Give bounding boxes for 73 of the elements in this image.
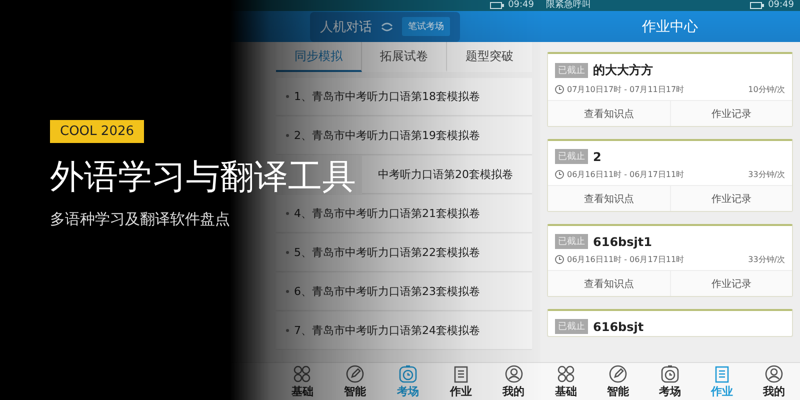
clipboard-icon [713,364,731,382]
paper-list-item[interactable]: 1、青岛市中考听力口语第18套模拟卷 [276,78,532,116]
four-circles-icon [557,364,575,382]
status-time: 09:49 [768,0,794,11]
bullet-icon [286,290,289,293]
status-time: 09:49 [508,0,534,11]
clock-icon [555,255,564,264]
paper-list-item[interactable]: 2、青岛市中考听力口语第19套模拟卷 [276,117,532,155]
paper-title: 2、青岛市中考听力口语第19套模拟卷 [294,128,480,143]
paper-list-item[interactable]: 中考听力口语第20套模拟卷 [362,156,532,194]
clock-icon [555,170,564,179]
paper-title: 5、青岛市中考听力口语第22套模拟卷 [294,245,480,260]
paper-list-item[interactable]: 5、青岛市中考听力口语第22套模拟卷 [276,234,532,272]
battery-icon [750,2,764,9]
status-tag: 已截止 [555,319,588,334]
mode-option[interactable]: 人机对话 [320,14,372,38]
clock-icon [661,364,679,382]
banner-title: 外语学习与翻译工具 [50,157,356,198]
card-title: 616bsjt [593,320,644,334]
pencil-icon [346,364,364,382]
bullet-icon [286,134,289,137]
nav-tab[interactable]: 智能 [328,363,382,400]
card-action[interactable]: 查看知识点 [548,271,670,296]
battery-icon [490,2,504,9]
nav-tab[interactable]: 我的 [748,363,800,400]
paper-title: 4、青岛市中考听力口语第21套模拟卷 [294,206,480,221]
nav-tab[interactable]: 基础 [540,363,592,400]
time-range: 07月10日17时 - 07月11日17时 [567,84,684,95]
time-range: 06月16日11时 - 06月17日11时 [567,169,684,180]
card-action[interactable]: 作业记录 [670,101,792,126]
bullet-icon [286,329,289,332]
paper-title: 1、青岛市中考听力口语第18套模拟卷 [294,89,480,104]
four-circles-icon [293,364,312,382]
frequency: 33分钟/次 [748,169,785,180]
card-title: 2 [593,150,602,164]
card-title: 616bsjt1 [593,234,652,248]
status-tag: 已截止 [555,63,588,78]
paper-list-item[interactable]: 7、青岛市中考听力口语第24套模拟卷 [276,312,532,350]
user-icon [504,364,523,382]
clock-icon [555,85,564,94]
user-icon [765,364,783,382]
clipboard-icon [452,364,470,382]
clock-icon [398,364,417,382]
card-action[interactable]: 查看知识点 [548,101,670,126]
nav-tab[interactable]: 基础 [276,363,329,400]
frequency: 10分钟/次 [748,84,785,95]
paper-title: 7、青岛市中考听力口语第24套模拟卷 [294,323,480,338]
swap-icon [380,22,394,32]
banner-subtitle: 多语种学习及翻译软件盘点 [50,210,230,229]
header-title: 作业中心 [642,18,698,36]
bullet-icon [286,251,289,254]
tab[interactable]: 题型突破 [447,42,532,72]
year-tag: COOL 2026 [50,120,144,143]
status-tag: 已截止 [555,149,588,164]
nav-tab[interactable]: 我的 [487,363,540,400]
paper-title: 6、青岛市中考听力口语第23套模拟卷 [294,284,480,299]
paper-list-item[interactable]: 6、青岛市中考听力口语第23套模拟卷 [276,273,532,311]
bullet-icon [286,95,289,98]
bullet-icon [286,212,289,215]
nav-tab[interactable]: 智能 [592,363,644,400]
card-action[interactable]: 查看知识点 [548,186,670,211]
nav-tab[interactable]: 作业 [434,363,488,400]
card-action[interactable]: 作业记录 [670,271,792,296]
pencil-icon [609,364,627,382]
frequency: 33分钟/次 [748,254,785,265]
card-title: 的大大方方 [593,62,653,79]
paper-list-item[interactable]: 4、青岛市中考听力口语第21套模拟卷 [276,195,532,233]
nav-tab[interactable]: 考场 [644,363,696,400]
paper-title: 中考听力口语第20套模拟卷 [378,167,513,182]
time-range: 06月16日11时 - 06月17日11时 [567,254,684,265]
status-tag: 已截止 [555,234,588,249]
tab[interactable]: 拓展试卷 [362,42,448,72]
card-action[interactable]: 作业记录 [670,186,792,211]
